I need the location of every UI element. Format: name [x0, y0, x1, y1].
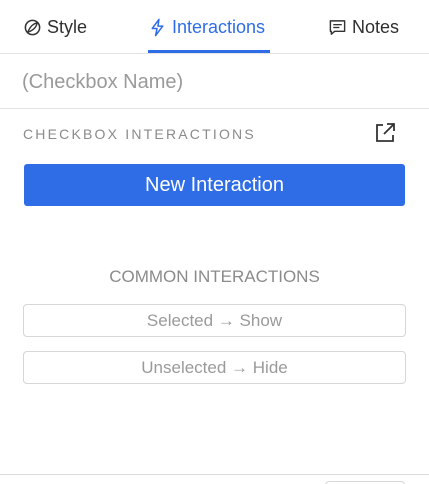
- tab-bar: Style Interactions Notes: [0, 0, 429, 54]
- name-row: [0, 54, 429, 109]
- tab-interactions-label: Interactions: [172, 16, 266, 37]
- tab-notes[interactable]: Notes: [328, 0, 399, 54]
- tab-notes-label: Notes: [352, 16, 400, 37]
- leaf-icon: [24, 19, 41, 35]
- tab-style[interactable]: Style: [23, 0, 87, 54]
- common-interactions-title: COMMON INTERACTIONS: [109, 267, 320, 286]
- comment-icon: [329, 19, 346, 35]
- tab-interactions[interactable]: Interactions: [148, 0, 265, 54]
- common-interaction-unselected-hide[interactable]: Unselected → Hide: [23, 351, 406, 384]
- lightning-icon: [151, 18, 164, 36]
- active-tab-indicator: [148, 50, 270, 53]
- tab-style-label: Style: [47, 16, 88, 37]
- new-interaction-button[interactable]: New Interaction: [24, 164, 405, 206]
- external-link-icon[interactable]: [373, 121, 397, 145]
- common-interaction-selected-show[interactable]: Selected → Show: [23, 304, 406, 337]
- section-title: CHECKBOX INTERACTIONS: [23, 126, 256, 142]
- checkbox-name-input[interactable]: [22, 68, 402, 96]
